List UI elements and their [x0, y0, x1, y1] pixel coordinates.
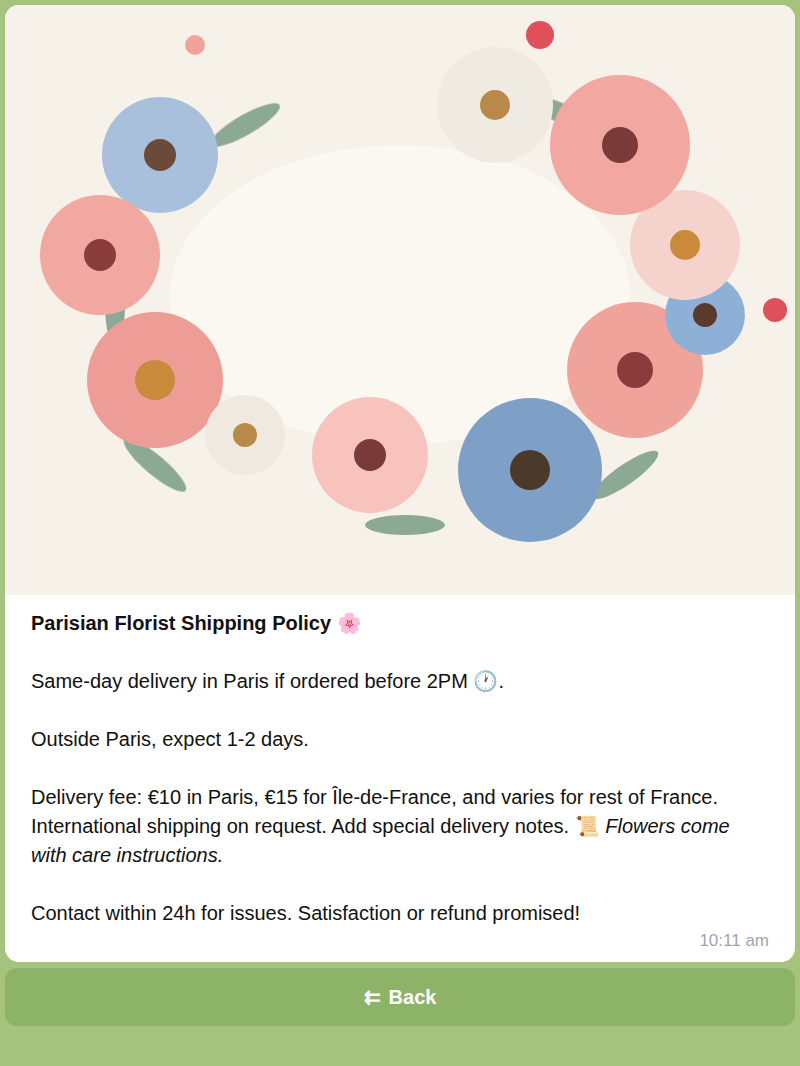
message-time: 10:11 am	[699, 930, 769, 952]
text-run: Outside Paris, expect 1-2 days.	[31, 728, 309, 750]
text-run: Contact within 24h for issues. Satisfact…	[31, 902, 580, 924]
message-paragraph: Outside Paris, expect 1-2 days.	[31, 725, 769, 754]
message-paragraph: Delivery fee: €10 in Paris, €15 for Île-…	[31, 783, 769, 870]
back-arrow-icon: ⇇	[364, 982, 381, 1012]
message-text: Parisian Florist Shipping Policy 🌸 Same-d…	[5, 595, 795, 962]
message-title: Parisian Florist Shipping Policy 🌸	[31, 609, 769, 638]
floral-wreath-icon	[5, 5, 795, 595]
message-paragraph: Same-day delivery in Paris if ordered be…	[31, 667, 769, 696]
message-bubble: Parisian Florist Shipping Policy 🌸 Same-d…	[5, 5, 795, 962]
back-button[interactable]: ⇇ Back	[5, 968, 795, 1026]
message-paragraph: Contact within 24h for issues. Satisfact…	[31, 899, 769, 928]
chat-view: Parisian Florist Shipping Policy 🌸 Same-d…	[0, 0, 800, 1066]
text-run: Same-day delivery in Paris if ordered be…	[31, 670, 504, 692]
back-label: Back	[389, 982, 437, 1012]
header-picture	[5, 5, 795, 595]
